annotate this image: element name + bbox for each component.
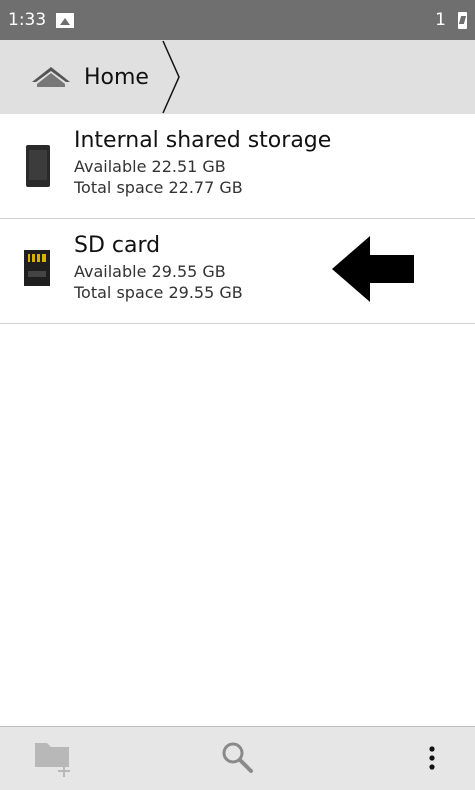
breadcrumb-home-label: Home	[84, 64, 149, 90]
phone-storage-icon	[24, 144, 52, 192]
breadcrumb-chevron-icon	[160, 40, 182, 118]
home-icon	[30, 65, 72, 89]
storage-total: Total space 29.55 GB	[74, 283, 243, 302]
search-icon	[220, 740, 256, 780]
left-arrow-pointer-icon	[332, 236, 416, 306]
image-icon	[56, 12, 75, 28]
breadcrumb: Home	[0, 40, 475, 114]
overflow-menu-button[interactable]	[408, 737, 456, 783]
list-item-text: SD card Available 29.55 GB Total space 2…	[74, 231, 243, 303]
status-right: 1	[435, 10, 467, 30]
new-folder-icon	[31, 737, 77, 783]
breadcrumb-home[interactable]: Home	[30, 40, 149, 114]
storage-title: SD card	[74, 233, 161, 258]
storage-title: Internal shared storage	[74, 128, 332, 153]
list-item-text: Internal shared storage Available 22.51 …	[74, 126, 331, 198]
notification-count: 1	[435, 10, 446, 30]
overflow-menu-icon	[427, 745, 437, 775]
new-folder-button[interactable]	[30, 737, 78, 783]
storage-available: Available 22.51 GB	[74, 157, 226, 176]
list-item-internal-storage[interactable]: Internal shared storage Available 22.51 …	[0, 114, 475, 219]
status-bar: 1:33 1	[0, 0, 475, 40]
search-button[interactable]	[214, 737, 262, 783]
storage-total: Total space 22.77 GB	[74, 178, 243, 197]
sd-card-icon	[22, 247, 52, 293]
battery-charging-icon	[458, 11, 467, 29]
bottom-toolbar	[0, 726, 475, 790]
storage-available: Available 29.55 GB	[74, 262, 226, 281]
status-time: 1:33	[8, 10, 47, 30]
